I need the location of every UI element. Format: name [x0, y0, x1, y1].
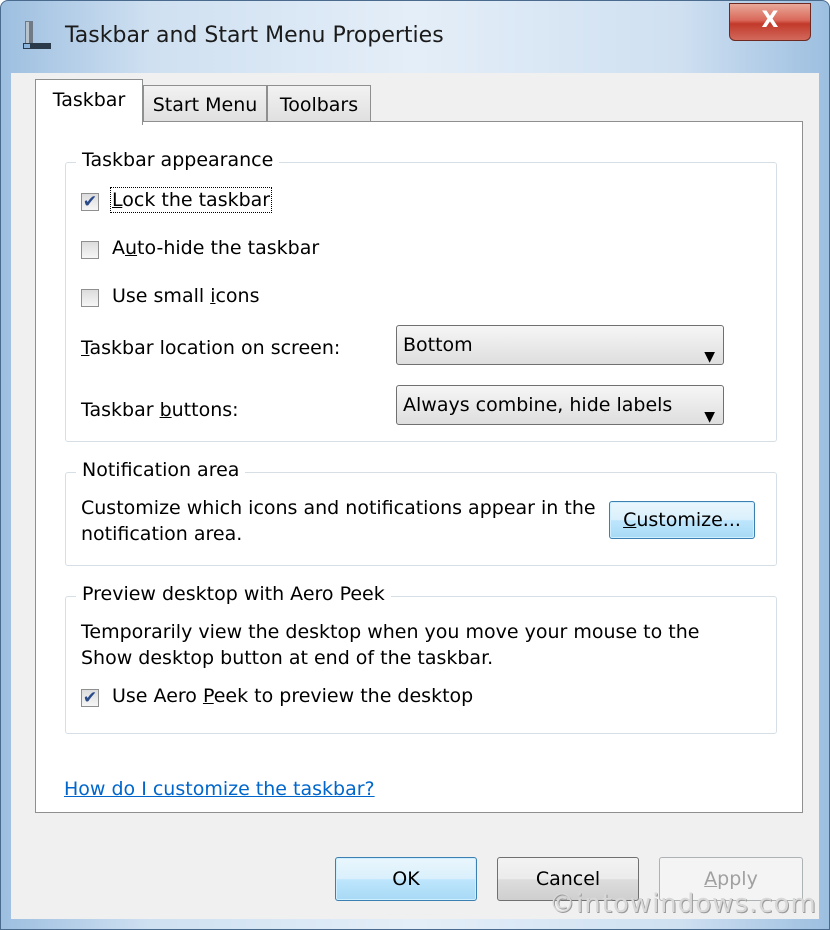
notification-description-line1: Customize which icons and notifications … — [81, 497, 596, 519]
label-part: Use small — [112, 285, 211, 307]
dialog-client-area: Taskbar Start Menu Toolbars Taskbar appe… — [11, 73, 819, 919]
label-part: uttons: — [171, 399, 239, 421]
aero-peek-description-line2: Show desktop button at end of the taskba… — [81, 647, 494, 669]
taskbar-buttons-dropdown[interactable]: Always combine, hide labels ▼ — [396, 385, 724, 425]
tab-start-menu-label: Start Menu — [152, 94, 258, 116]
dropdown-value: Always combine, hide labels — [403, 394, 673, 416]
dropdown-arrow-icon: ▼ — [704, 349, 715, 365]
lock-taskbar-checkbox[interactable]: ✔ — [81, 193, 99, 211]
properties-dialog: Taskbar and Start Menu Properties X Task… — [0, 0, 830, 930]
tab-taskbar[interactable]: Taskbar — [35, 79, 143, 125]
button-label: pply — [717, 868, 758, 890]
autohide-label[interactable]: Auto-hide the taskbar — [112, 237, 319, 259]
location-label: Taskbar location on screen: — [81, 337, 340, 359]
dropdown-arrow-icon: ▼ — [704, 409, 715, 425]
ok-button[interactable]: OK — [335, 857, 477, 901]
notification-description-line2: notification area. — [81, 523, 243, 545]
button-label: ustomize... — [636, 509, 741, 531]
access-key: u — [125, 237, 138, 259]
group-legend: Notification area — [76, 459, 246, 481]
taskbar-buttons-label: Taskbar buttons: — [81, 399, 239, 421]
label-part: eek to preview the desktop — [213, 685, 474, 707]
group-legend: Taskbar appearance — [76, 149, 280, 171]
autohide-checkbox[interactable] — [81, 241, 99, 259]
access-key: L — [112, 189, 123, 211]
notification-area-group: Notification area Customize which icons … — [65, 459, 777, 566]
label-part: askbar location on screen: — [89, 337, 341, 359]
tab-toolbars-label: Toolbars — [279, 94, 359, 116]
label-part: ock the taskbar — [122, 189, 271, 211]
watermark-text: ©intowindows.com — [549, 889, 817, 919]
window-title: Taskbar and Start Menu Properties — [65, 23, 444, 48]
button-label: OK — [392, 868, 420, 890]
label-part: to-hide the taskbar — [137, 237, 320, 259]
tab-panel-taskbar: Taskbar appearance ✔ Lock the taskbar Au… — [35, 121, 803, 813]
label-part: A — [112, 237, 125, 259]
tab-start-menu[interactable]: Start Menu — [143, 85, 267, 125]
title-bar[interactable]: Taskbar and Start Menu Properties X — [1, 1, 829, 73]
access-key: b — [159, 399, 172, 421]
taskbar-app-icon — [23, 21, 51, 49]
aero-peek-checkbox[interactable]: ✔ — [81, 689, 99, 707]
close-button[interactable]: X — [729, 3, 811, 41]
aero-peek-group: Preview desktop with Aero Peek Temporari… — [65, 583, 777, 734]
aero-peek-description-line1: Temporarily view the desktop when you mo… — [81, 621, 700, 643]
small-icons-label[interactable]: Use small icons — [112, 285, 259, 307]
dropdown-value: Bottom — [403, 334, 473, 356]
small-icons-checkbox[interactable] — [81, 289, 99, 307]
customize-button[interactable]: Customize... — [609, 501, 755, 539]
access-key: P — [202, 685, 214, 707]
help-link[interactable]: How do I customize the taskbar? — [64, 778, 375, 800]
aero-peek-label[interactable]: Use Aero Peek to preview the desktop — [112, 685, 473, 707]
access-key: A — [704, 868, 718, 890]
tab-toolbars[interactable]: Toolbars — [267, 85, 371, 125]
taskbar-appearance-group: Taskbar appearance ✔ Lock the taskbar Au… — [65, 149, 777, 442]
tab-taskbar-label: Taskbar — [52, 89, 126, 111]
label-part: Taskbar — [81, 399, 160, 421]
access-key: C — [623, 509, 637, 531]
lock-taskbar-label[interactable]: Lock the taskbar — [109, 187, 273, 213]
close-icon: X — [761, 8, 779, 33]
label-part: Use Aero — [112, 685, 203, 707]
label-part: cons — [215, 285, 260, 307]
group-legend: Preview desktop with Aero Peek — [76, 583, 391, 605]
button-label: Cancel — [535, 868, 601, 890]
location-dropdown[interactable]: Bottom ▼ — [396, 325, 724, 365]
